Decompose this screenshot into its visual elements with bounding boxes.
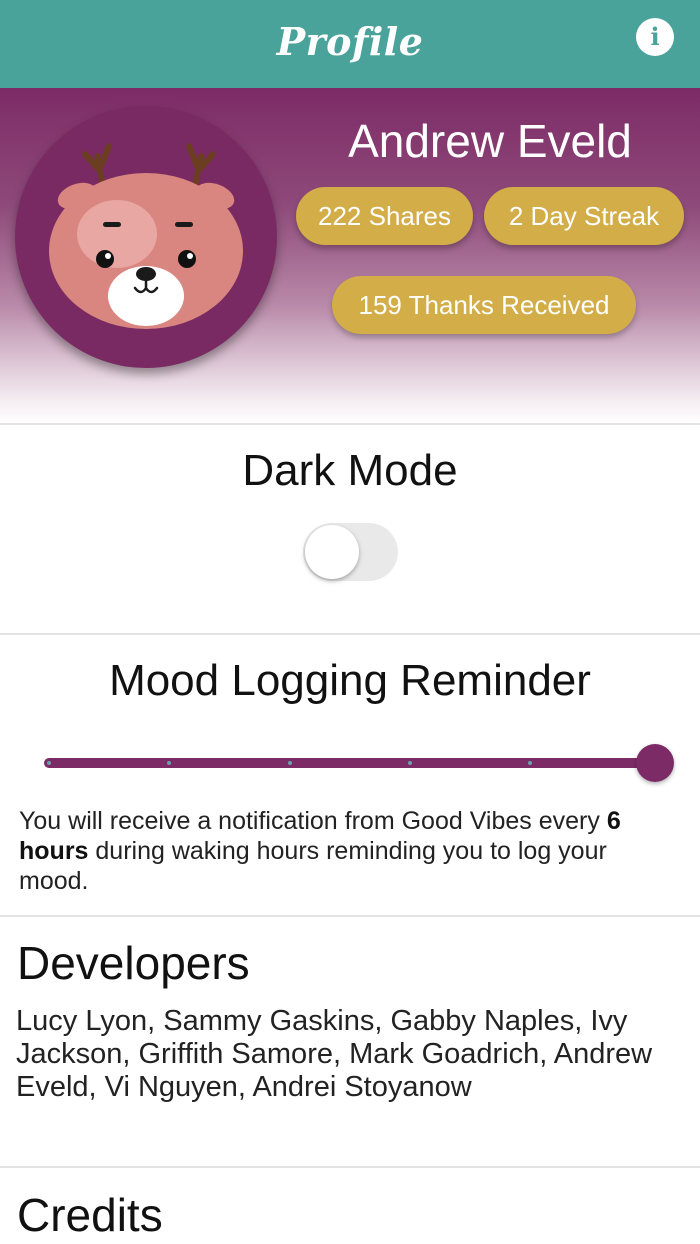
slider-step-dot (408, 761, 412, 765)
slider-step-dot (167, 761, 171, 765)
dark-mode-title: Dark Mode (242, 446, 458, 495)
info-icon[interactable]: i (636, 18, 674, 56)
reminder-text-end: during waking hours reminding you to log… (19, 837, 607, 895)
user-name: Andrew Eveld (348, 115, 632, 167)
reminder-title: Mood Logging Reminder (109, 656, 591, 705)
app-header: Profile i (0, 0, 700, 88)
page-title: Profile (276, 19, 424, 64)
slider-step-dot (288, 761, 292, 765)
slider-step-dot (47, 761, 51, 765)
shares-badge: 222 Shares (296, 187, 473, 245)
reminder-slider-thumb[interactable] (636, 744, 674, 782)
thanks-badge: 159 Thanks Received (332, 276, 636, 334)
deer-avatar-icon (49, 143, 243, 329)
developers-title: Developers (17, 937, 250, 989)
dark-mode-toggle[interactable] (303, 523, 398, 581)
divider (0, 1166, 700, 1168)
credits-title: Credits (17, 1189, 163, 1241)
toggle-knob (305, 525, 359, 579)
reminder-description: You will receive a notification from Goo… (19, 806, 679, 896)
slider-step-dot (528, 761, 532, 765)
reminder-text-start: You will receive a notification from Goo… (19, 807, 607, 835)
avatar[interactable] (15, 106, 277, 368)
divider (0, 915, 700, 917)
divider (0, 633, 700, 635)
divider (0, 423, 700, 425)
developers-list: Lucy Lyon, Sammy Gaskins, Gabby Naples, … (16, 1005, 653, 1103)
profile-banner: Andrew Eveld 222 Shares 2 Day Streak 159… (0, 88, 700, 423)
streak-badge: 2 Day Streak (484, 187, 684, 245)
reminder-slider-track[interactable] (44, 758, 658, 768)
